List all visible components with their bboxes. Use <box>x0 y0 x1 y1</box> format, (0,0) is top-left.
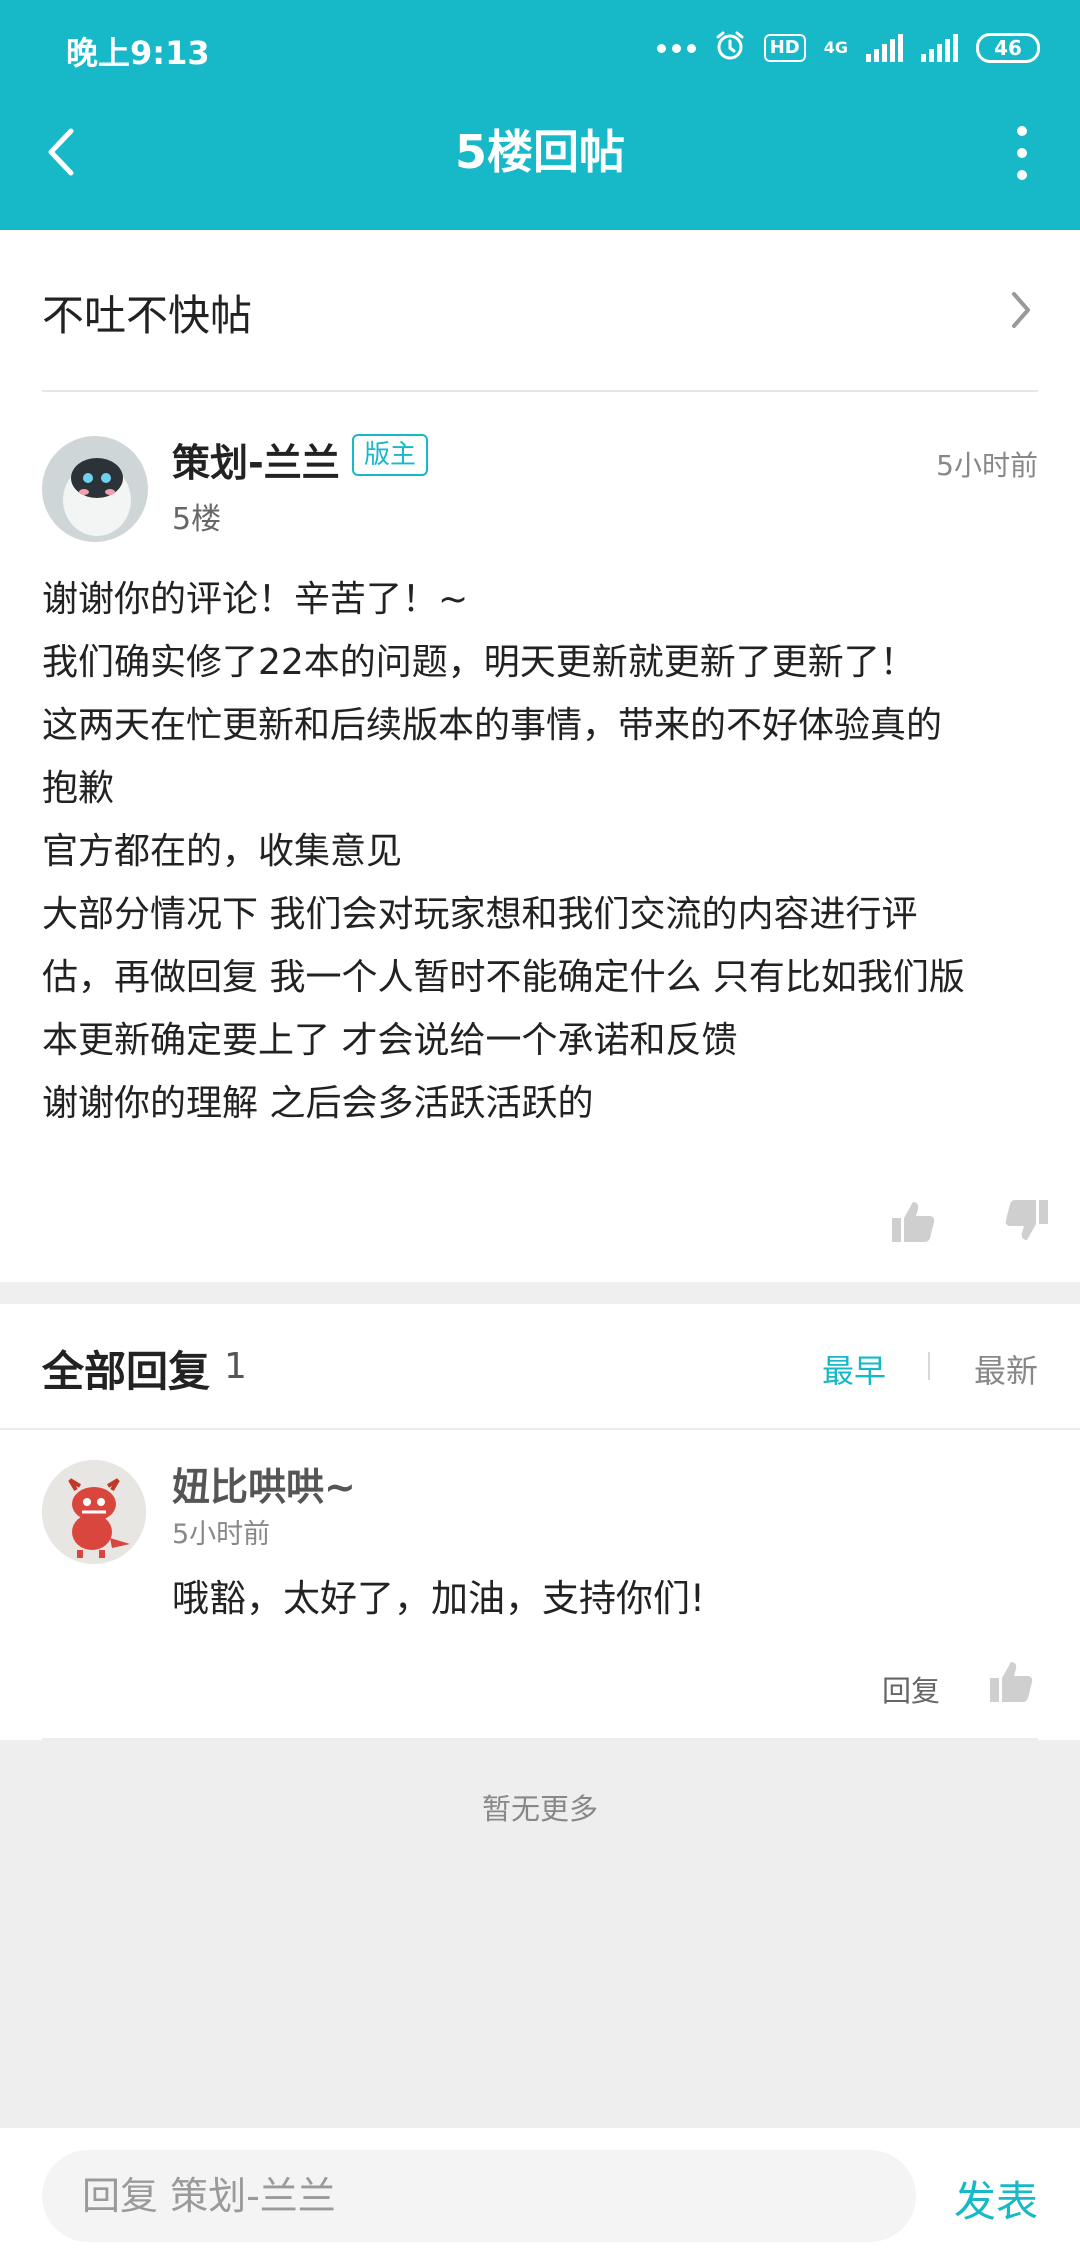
thumbs-up-icon[interactable] <box>890 1198 936 1248</box>
moderator-badge: 版主 <box>352 434 429 476</box>
battery-icon: 46 <box>976 33 1040 63</box>
chevron-right-icon <box>1010 290 1032 334</box>
sort-earliest-tab[interactable]: 最早 <box>822 1346 886 1392</box>
reply-time: 5小时前 <box>172 1519 271 1550</box>
signal-icon <box>866 34 903 62</box>
thumbs-down-icon[interactable] <box>1004 1198 1050 1248</box>
divider <box>0 1428 1080 1430</box>
page-title: 5楼回帖 <box>454 125 625 179</box>
status-bar: 晚上9:13 HD 4G 46 <box>0 0 1080 96</box>
reply-like-icon[interactable] <box>988 1658 1034 1708</box>
post-time: 5小时前 <box>936 449 1038 482</box>
status-time: 晚上9:13 <box>66 34 210 72</box>
network-type: 4G <box>823 38 848 57</box>
post-content: 谢谢你的评论！辛苦了！~ 我们确实修了22本的问题，明天更新就更新了更新了！ 这… <box>42 579 965 1124</box>
reply-author-name[interactable]: 妞比哄哄~ <box>172 1456 356 1511</box>
replies-count: 1 <box>224 1346 247 1387</box>
more-options-button[interactable] <box>1012 126 1032 180</box>
more-notifications-icon <box>656 43 696 53</box>
floor-number: 5楼 <box>172 502 222 537</box>
battery-level: 46 <box>994 36 1022 60</box>
section-divider <box>0 1282 1080 1304</box>
send-button[interactable]: 发表 <box>954 2168 1038 2229</box>
replies-title: 全部回复 <box>42 1347 211 1396</box>
sort-divider <box>928 1352 930 1380</box>
author-avatar[interactable] <box>42 436 148 542</box>
app-header: 晚上9:13 HD 4G 46 5楼回帖 <box>0 0 1080 230</box>
author-name[interactable]: 策划-兰兰 <box>172 432 340 487</box>
status-icons: HD 4G 46 <box>656 26 1040 70</box>
board-link[interactable]: 不吐不快帖 <box>42 230 1038 392</box>
sort-latest-tab[interactable]: 最新 <box>974 1346 1038 1392</box>
alarm-icon <box>714 30 746 66</box>
reply-text: 哦豁，太好了，加油，支持你们! <box>172 1577 705 1620</box>
board-label: 不吐不快帖 <box>42 291 253 340</box>
reply-button[interactable]: 回复 <box>882 1668 940 1710</box>
post-actions <box>890 1198 1050 1248</box>
reply-avatar[interactable] <box>42 1460 146 1564</box>
no-more-text: 暂无更多 <box>481 1792 598 1826</box>
signal-icon-2 <box>921 34 958 62</box>
reply-input[interactable] <box>42 2150 916 2242</box>
hd-icon: HD <box>763 34 806 62</box>
